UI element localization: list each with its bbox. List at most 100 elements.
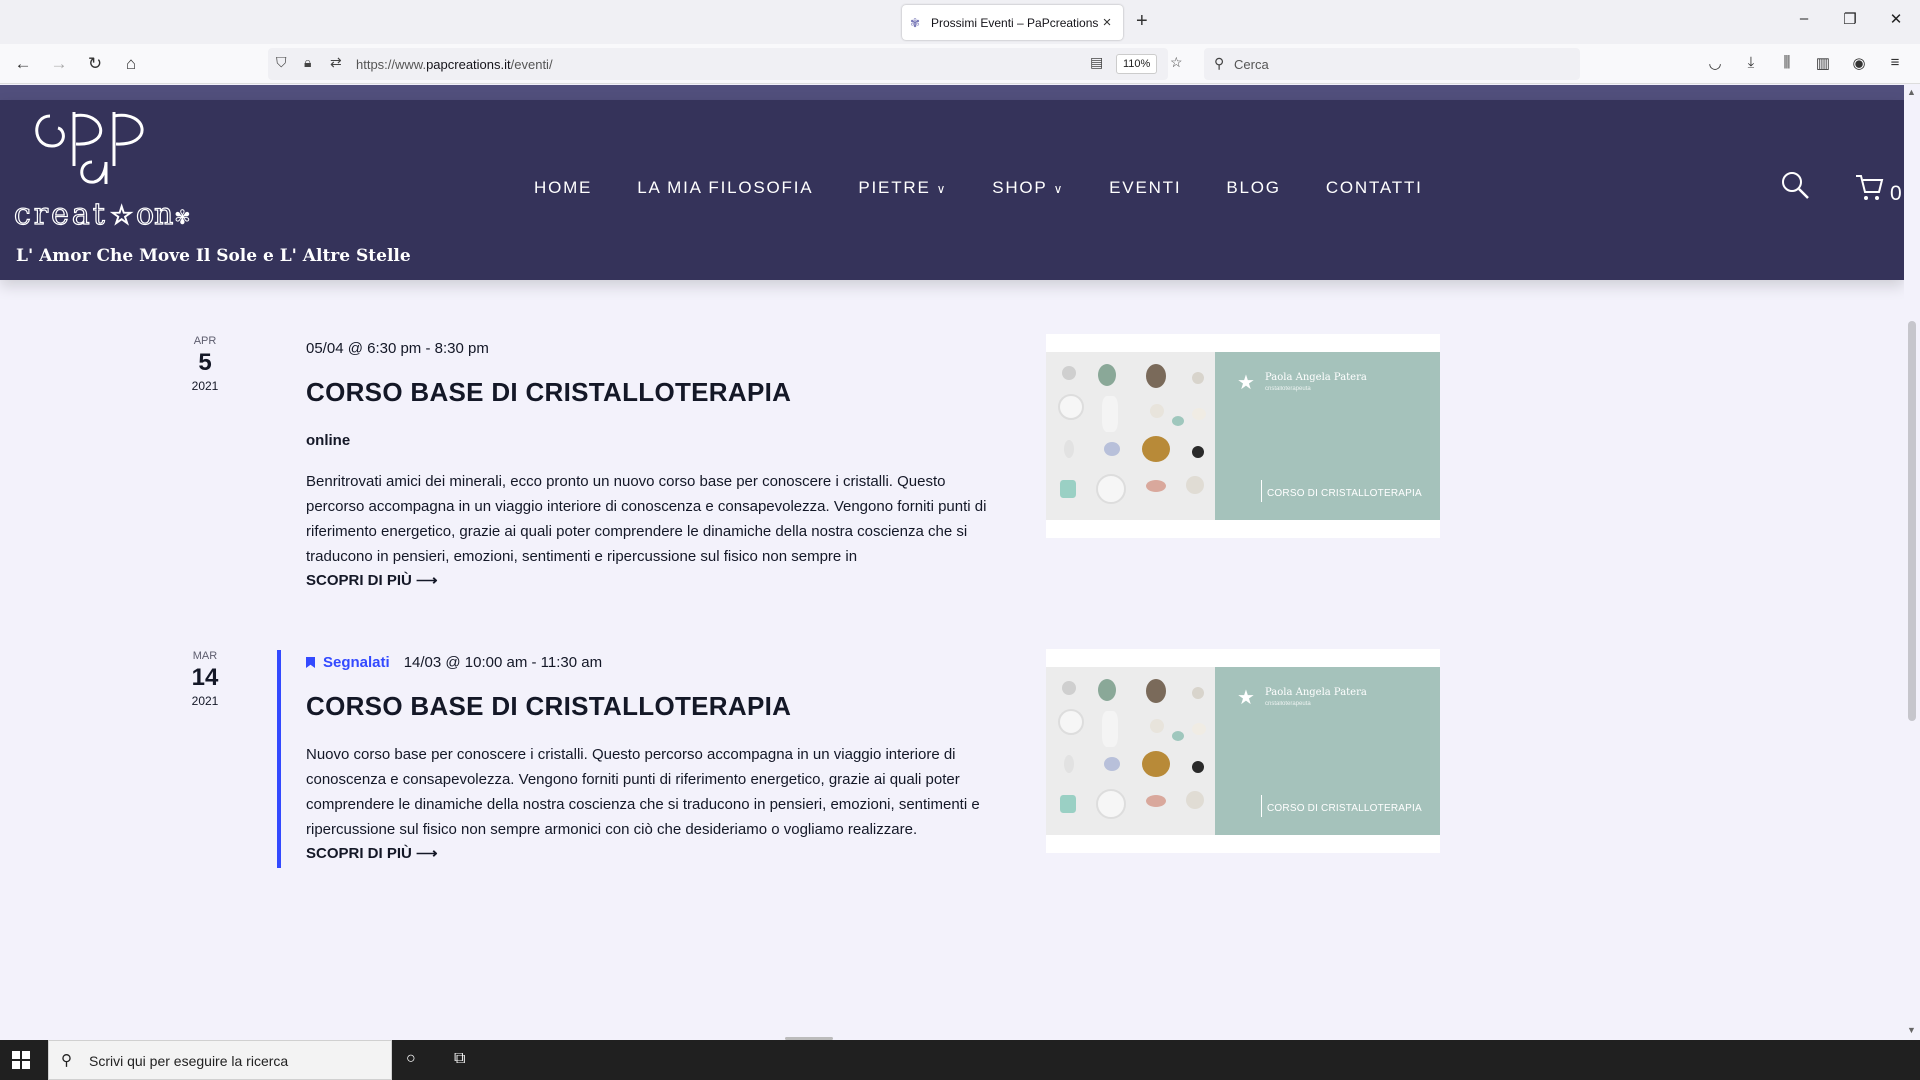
event-meta: Segnalati 14/03 @ 10:00 am - 11:30 am [306, 654, 1006, 671]
account-icon[interactable]: ◉ [1848, 54, 1870, 72]
sidebar-icon[interactable]: ▥ [1812, 54, 1834, 72]
search-icon: ⚲ [1214, 55, 1225, 71]
event-image[interactable]: ★ Paola Angela Patera cristalloterapeuta… [1046, 649, 1440, 853]
crystals-photo [1046, 667, 1215, 835]
event-details: Segnalati 14/03 @ 10:00 am - 11:30 am CO… [306, 654, 1006, 862]
permissions-icon[interactable]: ⇄ [330, 54, 342, 71]
cortana-icon[interactable]: ○ [406, 1050, 416, 1068]
read-more-link[interactable]: SCOPRI DI PIÙ ⟶ [306, 844, 1006, 862]
image-title-panel: ★ Paola Angela Patera cristalloterapeuta… [1215, 352, 1440, 520]
scrollbar-thumb[interactable] [1908, 321, 1916, 721]
nav-la-mia-filosofia[interactable]: LA MIA FILOSOFIA [637, 178, 813, 198]
windows-start-icon[interactable] [12, 1051, 30, 1069]
image-caption: CORSO DI CRISTALLOTERAPIA [1267, 803, 1422, 814]
chevron-down-icon: ∨ [936, 182, 948, 196]
event-datetime: 14/03 @ 10:00 am - 11:30 am [403, 654, 603, 671]
minimize-icon[interactable]: – [1794, 10, 1814, 27]
tab-title: Prossimi Eventi – PaPcreations [931, 15, 1099, 30]
nav-blog[interactable]: BLOG [1226, 178, 1280, 198]
star-icon: ★ [1237, 372, 1255, 394]
scroll-down-icon[interactable]: ▼ [1907, 1025, 1916, 1035]
pocket-icon[interactable]: ◡ [1704, 54, 1726, 72]
main-navigation: HOME LA MIA FILOSOFIA PIETRE ∨ SHOP ∨ EVEN… [534, 178, 1468, 198]
url-text[interactable]: https://www.papcreations.it/eventi/ [356, 57, 553, 72]
url-bar[interactable]: ⛉ 🔒︎ ⇄ https://www.papcreations.it/event… [268, 48, 1183, 80]
event-date: APR 5 2021 [180, 335, 230, 393]
event-image[interactable]: ★ Paola Angela Patera cristalloterapeuta… [1046, 334, 1440, 538]
event-year: 2021 [191, 694, 219, 708]
event-year: 2021 [191, 379, 219, 393]
image-subtitle: cristalloterapeuta [1265, 701, 1311, 707]
taskbar-search-placeholder: Scrivi qui per eseguire la ricerca [89, 1053, 289, 1069]
event-date: MAR 14 2021 [180, 650, 230, 708]
nav-shop-label: SHOP [992, 178, 1048, 197]
tab-close-icon[interactable]: × [1099, 14, 1115, 31]
nav-pietre-label: PIETRE [858, 178, 931, 197]
reader-view-icon[interactable]: ▤ [1090, 54, 1103, 71]
svg-text:☆: ☆ [110, 201, 133, 231]
browser-toolbar: ← → ↻ ⌂ ⛉ 🔒︎ ⇄ https://www.papcreations.… [0, 44, 1920, 84]
featured-badge: Segnalati [306, 654, 390, 671]
svg-text:on: on [136, 197, 173, 232]
event-details: 05/04 @ 6:30 pm - 8:30 pm CORSO BASE DI … [306, 340, 1006, 589]
site-favicon-icon: ✾ [910, 15, 921, 30]
nav-home[interactable]: HOME [534, 178, 592, 198]
nav-pietre[interactable]: PIETRE ∨ [858, 178, 947, 198]
svg-text:creat: creat [14, 197, 108, 232]
browser-tab-bar: ✾ Prossimi Eventi – PaPcreations × + – ❐… [0, 0, 1920, 44]
library-icon[interactable]: ⫼ [1776, 54, 1798, 71]
chevron-down-icon: ∨ [1053, 182, 1065, 196]
event-description: Benritrovati amici dei minerali, ecco pr… [306, 473, 987, 565]
header-top-strip [0, 85, 1904, 100]
taskbar-search-box[interactable]: ⚲ Scrivi qui per eseguire la ricerca [48, 1040, 392, 1080]
close-window-icon[interactable]: ✕ [1886, 10, 1906, 28]
read-more-link[interactable]: SCOPRI DI PIÙ ⟶ [306, 571, 1006, 589]
image-divider [1261, 480, 1262, 502]
forward-icon[interactable]: → [46, 51, 72, 77]
shield-icon[interactable]: ⛉ [276, 54, 287, 71]
scroll-up-icon[interactable]: ▲ [1907, 87, 1916, 97]
browser-tab-active[interactable]: ✾ Prossimi Eventi – PaPcreations × [902, 5, 1123, 40]
cart-icon[interactable] [1854, 172, 1884, 202]
cart-count[interactable]: 0 [1890, 182, 1902, 206]
search-icon: ⚲ [61, 1052, 72, 1069]
image-name: Paola Angela Patera [1265, 372, 1367, 383]
zoom-level[interactable]: 110% [1116, 54, 1158, 74]
windows-taskbar: ⚲ Scrivi qui per eseguire la ricerca ○ ⧉ [0, 1040, 1920, 1080]
event-datetime: 05/04 @ 6:30 pm - 8:30 pm [306, 340, 489, 357]
menu-icon[interactable]: ≡ [1884, 54, 1906, 71]
crystals-photo [1046, 352, 1215, 520]
event-title[interactable]: CORSO BASE DI CRISTALLOTERAPIA [306, 691, 1006, 722]
star-icon: ★ [1237, 687, 1255, 709]
image-divider [1261, 795, 1262, 817]
task-view-icon[interactable]: ⧉ [454, 1050, 465, 1068]
reload-icon[interactable]: ↻ [82, 51, 108, 77]
event-image-content: ★ Paola Angela Patera cristalloterapeuta… [1046, 352, 1440, 520]
nav-contatti[interactable]: CONTATTI [1326, 178, 1423, 198]
search-placeholder: Cerca [1234, 57, 1269, 72]
image-subtitle: cristalloterapeuta [1265, 386, 1311, 392]
page-scrollbar[interactable]: ▲ ▼ [1904, 85, 1920, 1040]
image-caption: CORSO DI CRISTALLOTERAPIA [1267, 488, 1422, 499]
header-search-icon[interactable] [1780, 170, 1810, 200]
bookmark-star-icon[interactable]: ☆ [1170, 54, 1183, 71]
event-title[interactable]: CORSO BASE DI CRISTALLOTERAPIA [306, 377, 1006, 408]
event-month: MAR [192, 650, 218, 662]
restore-icon[interactable]: ❐ [1840, 10, 1860, 28]
home-icon[interactable]: ⌂ [118, 51, 144, 77]
bookmark-icon [306, 657, 315, 668]
nav-eventi[interactable]: EVENTI [1109, 178, 1181, 198]
new-tab-icon[interactable]: + [1136, 10, 1148, 33]
image-name: Paola Angela Patera [1265, 687, 1367, 698]
nav-shop[interactable]: SHOP ∨ [992, 178, 1064, 198]
site-logo[interactable]: creat ☆ on ✾ [14, 106, 204, 238]
event-day: 5 [198, 349, 212, 376]
event-venue: online [306, 432, 351, 449]
featured-label: Segnalati [323, 654, 390, 671]
downloads-icon[interactable]: ⤓ [1740, 54, 1762, 71]
lock-icon[interactable]: 🔒︎ [304, 54, 311, 71]
browser-search-bar[interactable]: ⚲ Cerca [1204, 48, 1580, 80]
image-title-panel: ★ Paola Angela Patera cristalloterapeuta… [1215, 667, 1440, 835]
event-month: APR [193, 335, 217, 347]
back-icon[interactable]: ← [10, 51, 36, 77]
